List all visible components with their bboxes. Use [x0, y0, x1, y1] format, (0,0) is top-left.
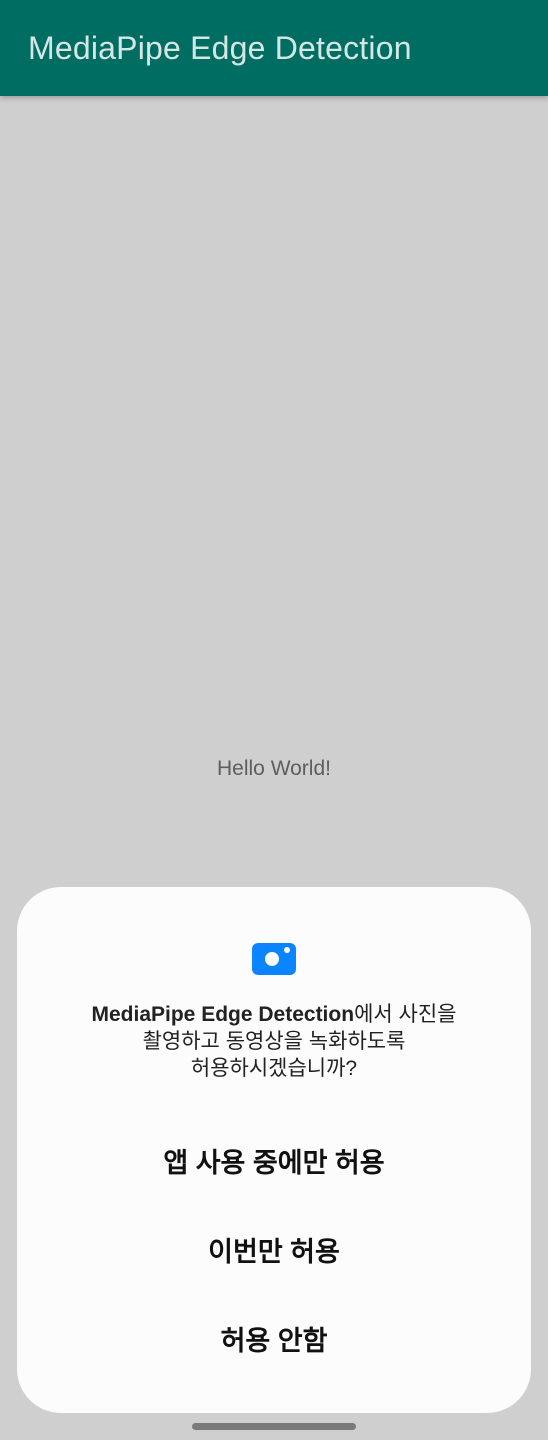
hello-text: Hello World! [217, 757, 331, 780]
allow-while-using-button[interactable]: 앱 사용 중에만 허용 [17, 1128, 531, 1198]
app-bar: MediaPipe Edge Detection [0, 0, 548, 96]
permission-dialog: MediaPipe Edge Detection에서 사진을 촬영하고 동영상을… [17, 887, 531, 1413]
message-text: 촬영하고 동영상을 녹화하도록 [142, 1030, 406, 1053]
gesture-nav-handle[interactable] [192, 1423, 356, 1430]
app-title: MediaPipe Edge Detection [28, 30, 412, 66]
app-name: MediaPipe Edge Detection [91, 1003, 355, 1026]
camera-icon [252, 943, 296, 975]
message-text: 에서 사진을 [354, 1003, 457, 1026]
allow-once-button[interactable]: 이번만 허용 [17, 1217, 531, 1287]
deny-button[interactable]: 허용 안함 [17, 1306, 531, 1376]
permission-message: MediaPipe Edge Detection에서 사진을 촬영하고 동영상을… [47, 1001, 501, 1082]
message-text: 허용하시겠습니까? [190, 1057, 358, 1080]
